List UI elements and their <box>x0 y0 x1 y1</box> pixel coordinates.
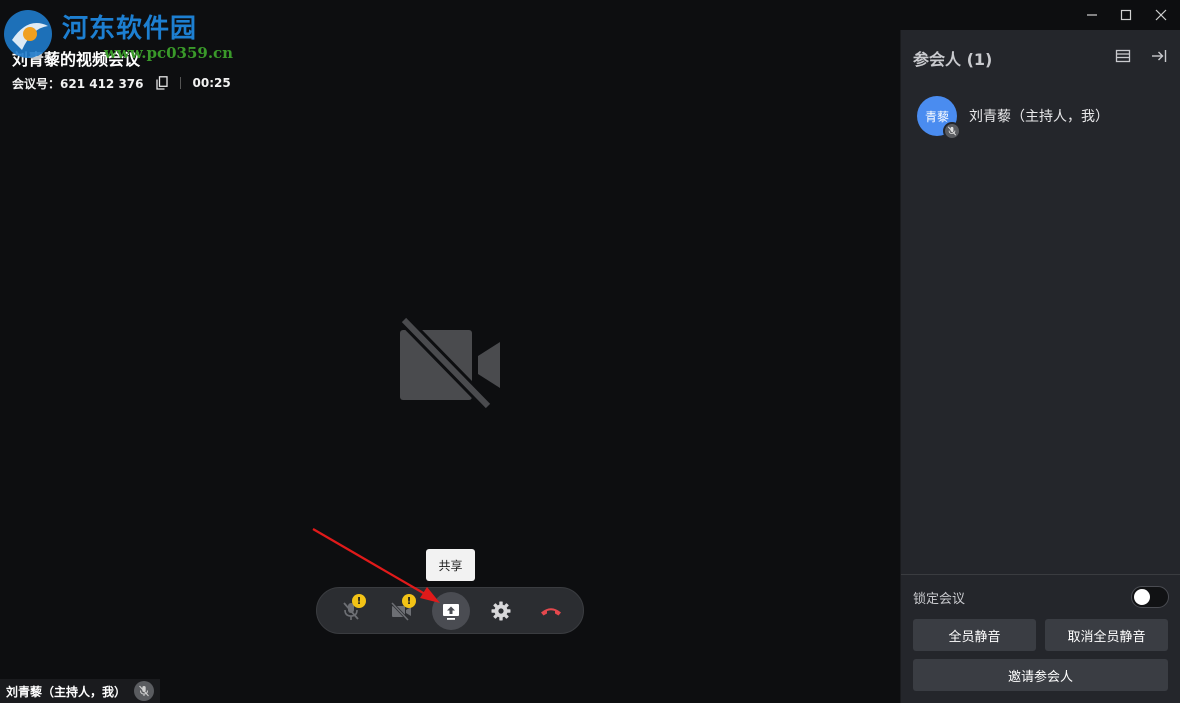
minimize-button[interactable] <box>1078 3 1106 27</box>
collapse-panel-button[interactable] <box>1149 46 1169 66</box>
mic-toggle-button[interactable]: ! <box>332 592 370 630</box>
lock-meeting-label: 锁定会议 <box>913 592 966 607</box>
meeting-toolbar: ! ! <box>316 587 584 634</box>
info-divider <box>179 77 181 89</box>
meeting-timer: 00:25 <box>192 76 231 90</box>
hang-up-icon <box>541 608 561 616</box>
minimize-icon <box>1087 14 1097 16</box>
unmute-all-button[interactable]: 取消全员静音 <box>1045 619 1168 651</box>
panel-title: 参会人 (1) <box>913 50 993 69</box>
meeting-id: 会议号：621 412 376 <box>12 76 144 91</box>
popout-window-icon <box>1115 49 1131 63</box>
toggle-knob <box>1134 589 1150 605</box>
mic-warning-badge: ! <box>352 594 366 608</box>
camera-off-placeholder-icon <box>399 316 500 410</box>
gear-icon <box>491 601 511 621</box>
meeting-title: 刘青藜的视频会议 <box>12 50 141 69</box>
maximize-button[interactable] <box>1112 3 1140 27</box>
participants-panel: 参会人 (1) 青藜 刘青藜（主持人，我） 锁定会议 全员静音 取消全员静音 邀… <box>900 30 1180 703</box>
mic-muted-icon <box>947 126 957 136</box>
participant-name: 刘青藜（主持人，我） <box>969 109 1109 125</box>
camera-toggle-button[interactable]: ! <box>382 592 420 630</box>
mute-all-button[interactable]: 全员静音 <box>913 619 1036 651</box>
participant-item[interactable]: 青藜 刘青藜（主持人，我） <box>913 94 1169 140</box>
share-tooltip: 共享 <box>426 549 475 581</box>
collapse-arrow-icon <box>1152 50 1167 62</box>
self-mic-status <box>134 681 154 701</box>
panel-divider <box>901 574 1180 575</box>
popout-panel-button[interactable] <box>1113 46 1133 66</box>
close-button[interactable] <box>1147 3 1175 27</box>
share-screen-button[interactable] <box>432 592 470 630</box>
hang-up-button[interactable] <box>532 592 570 630</box>
maximize-icon <box>1120 9 1132 21</box>
close-icon <box>1155 9 1167 21</box>
invite-participants-button[interactable]: 邀请参会人 <box>913 659 1168 691</box>
share-screen-icon <box>443 604 459 620</box>
mic-muted-icon <box>139 685 149 697</box>
title-bar <box>0 0 1180 30</box>
copy-icon[interactable] <box>155 76 168 90</box>
camera-warning-badge: ! <box>402 594 416 608</box>
lock-meeting-toggle[interactable] <box>1131 586 1169 608</box>
participant-mic-status <box>943 122 961 140</box>
meeting-info: 会议号：621 412 376 00:25 <box>12 74 231 92</box>
settings-button[interactable] <box>482 592 520 630</box>
self-name: 刘青藜（主持人，我） <box>6 684 127 699</box>
